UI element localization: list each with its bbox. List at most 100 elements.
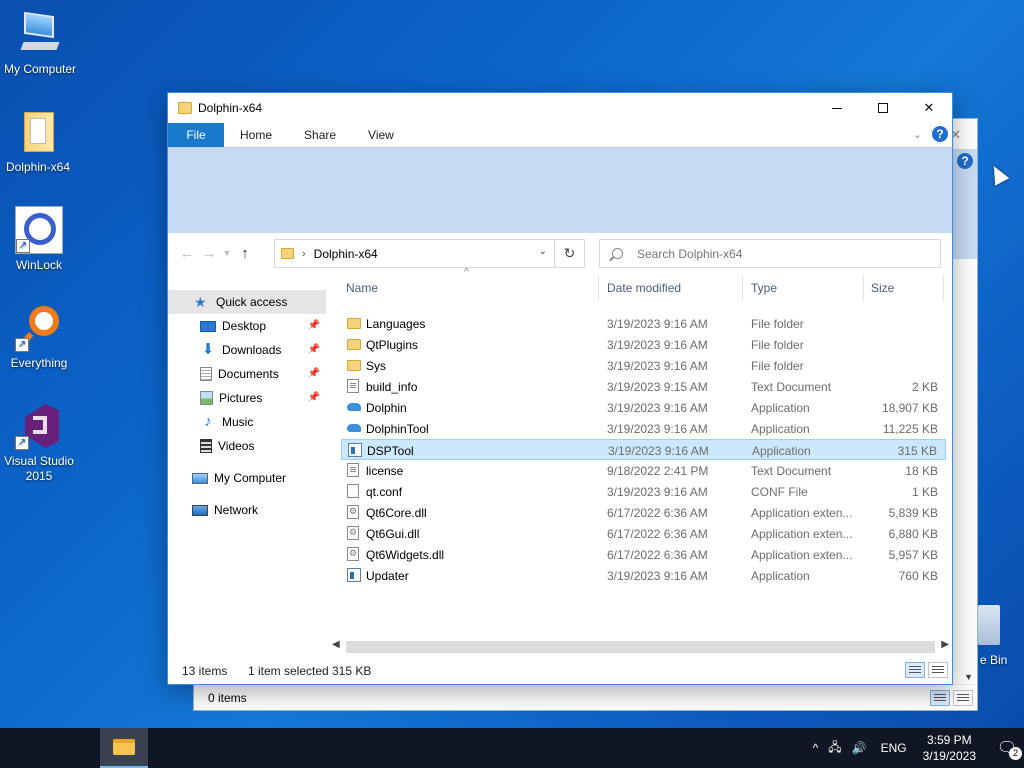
- column-header-name[interactable]: Name: [346, 281, 378, 295]
- close-button[interactable]: ✕: [906, 93, 952, 123]
- nav-item-desktop[interactable]: Desktop 📌: [168, 314, 326, 338]
- breadcrumb-path[interactable]: Dolphin-x64: [314, 247, 378, 261]
- table-row[interactable]: DSPTool 3/19/2023 9:16 AM Application 315 K…: [341, 439, 946, 460]
- language-indicator[interactable]: ENG: [881, 741, 907, 755]
- notifications-button[interactable]: 🗨 2: [990, 728, 1024, 768]
- horizontal-scrollbar[interactable]: ◀ ▶: [328, 639, 953, 656]
- table-row[interactable]: DolphinTool 3/19/2023 9:16 AM Application 1…: [341, 418, 946, 439]
- large-icons-view-button[interactable]: [928, 662, 948, 678]
- details-view-button[interactable]: [930, 690, 950, 706]
- details-view-button[interactable]: [905, 662, 925, 678]
- file-date-modified: 3/19/2023 9:16 AM: [607, 338, 708, 352]
- scroll-left-arrow-icon[interactable]: ◀: [332, 639, 340, 650]
- table-row[interactable]: build_info 3/19/2023 9:15 AM Text Document…: [341, 376, 946, 397]
- taskbar-file-explorer-button[interactable]: [100, 728, 148, 768]
- nav-item-label: Quick access: [216, 295, 288, 309]
- column-divider[interactable]: [943, 275, 944, 301]
- desktop-icon-winlock[interactable]: ↗ WinLock: [0, 206, 79, 273]
- desktop-icon-label: WinLock: [15, 258, 62, 272]
- pin-icon[interactable]: 📌: [308, 392, 320, 403]
- table-row[interactable]: Qt6Gui.dll 6/17/2022 6:36 AM Application e…: [341, 523, 946, 544]
- recycle-bin-icon: [978, 605, 1000, 645]
- network-icon: [192, 504, 208, 516]
- pin-icon[interactable]: 📌: [308, 320, 320, 331]
- expand-ribbon-chevron-icon[interactable]: ⌄: [913, 128, 922, 141]
- file-name: qt.conf: [366, 485, 403, 499]
- file-name: Qt6Widgets.dll: [366, 548, 445, 562]
- address-bar[interactable]: › Dolphin-x64 ⌄: [274, 239, 555, 268]
- scroll-down-arrow-icon[interactable]: ▼: [964, 672, 973, 682]
- help-icon[interactable]: ?: [957, 153, 973, 169]
- vertical-scrollbar[interactable]: [960, 259, 977, 686]
- nav-item-documents[interactable]: Documents 📌: [168, 362, 326, 386]
- show-hidden-icons-chevron-icon[interactable]: ^: [813, 741, 819, 755]
- nav-item-downloads[interactable]: ⬇ Downloads 📌: [168, 338, 326, 362]
- recent-locations-chevron-icon[interactable]: ▼: [220, 248, 234, 258]
- folder-icon: [178, 102, 192, 114]
- network-icon[interactable]: 🖧: [828, 738, 841, 759]
- column-divider[interactable]: [598, 275, 599, 301]
- desktop-icon-label: e Bin: [980, 653, 1008, 667]
- nav-item-pictures[interactable]: Pictures 📌: [168, 386, 326, 410]
- tab-share[interactable]: Share: [288, 123, 352, 147]
- table-row[interactable]: license 9/18/2022 2:41 PM Text Document 18 …: [341, 460, 946, 481]
- table-row[interactable]: Dolphin 3/19/2023 9:16 AM Application 18,90…: [341, 397, 946, 418]
- nav-item-quick-access[interactable]: ★ Quick access: [168, 290, 326, 314]
- pin-icon[interactable]: 📌: [308, 344, 320, 355]
- file-size: 760 KB: [898, 569, 938, 583]
- file-size: 2 KB: [911, 380, 938, 394]
- text-document-icon: [347, 379, 359, 393]
- nav-item-videos[interactable]: Videos: [168, 434, 326, 458]
- file-date-modified: 3/19/2023 9:16 AM: [607, 422, 708, 436]
- column-header-date-modified[interactable]: Date modified: [607, 281, 681, 295]
- close-icon: ✕: [923, 100, 935, 115]
- tab-home[interactable]: Home: [224, 123, 288, 147]
- minimize-button[interactable]: [814, 93, 860, 123]
- address-dropdown-chevron-icon[interactable]: ⌄: [539, 246, 547, 257]
- status-item-count: 0 items: [208, 691, 247, 705]
- explorer-window[interactable]: Dolphin-x64 ✕ File Home Share View ⌄ ? ←…: [167, 92, 953, 685]
- scrollbar-thumb[interactable]: [346, 641, 935, 653]
- table-row[interactable]: Qt6Widgets.dll 6/17/2022 6:36 AM Applicati…: [341, 544, 946, 565]
- forward-arrow-icon[interactable]: →: [198, 245, 220, 262]
- desktop-icon-everything[interactable]: ↗ Everything: [0, 304, 79, 371]
- scroll-right-arrow-icon[interactable]: ▶: [941, 639, 949, 650]
- search-input[interactable]: Search Dolphin-x64: [599, 239, 941, 268]
- table-row[interactable]: Sys 3/19/2023 9:16 AM File folder: [341, 355, 946, 376]
- desktop-icon-visual-studio[interactable]: ↗ Visual Studio 2015: [0, 402, 79, 484]
- tab-view[interactable]: View: [352, 123, 410, 147]
- nav-item-my-computer[interactable]: My Computer: [168, 466, 326, 490]
- application-icon: [348, 443, 362, 457]
- table-row[interactable]: qt.conf 3/19/2023 9:16 AM CONF File 1 KB: [341, 481, 946, 502]
- column-divider[interactable]: [742, 275, 743, 301]
- maximize-button[interactable]: [860, 93, 906, 123]
- nav-item-music[interactable]: ♪ Music: [168, 410, 326, 434]
- pin-icon[interactable]: 📌: [308, 368, 320, 379]
- up-arrow-icon[interactable]: ↑: [234, 245, 256, 262]
- column-divider[interactable]: [863, 275, 864, 301]
- file-type: Application: [751, 422, 810, 436]
- downloads-icon: ⬇: [201, 341, 215, 358]
- file-name: Updater: [366, 569, 409, 583]
- desktop-icon-dolphin[interactable]: Dolphin-x64: [0, 108, 78, 175]
- table-row[interactable]: QtPlugins 3/19/2023 9:16 AM File folder: [341, 334, 946, 355]
- refresh-button[interactable]: ↻: [555, 239, 585, 268]
- tab-file[interactable]: File: [168, 123, 224, 147]
- file-date-modified: 3/19/2023 9:16 AM: [607, 485, 708, 499]
- title-bar[interactable]: Dolphin-x64 ✕: [168, 93, 952, 123]
- file-type: CONF File: [751, 485, 808, 499]
- table-row[interactable]: Qt6Core.dll 6/17/2022 6:36 AM Application …: [341, 502, 946, 523]
- table-row[interactable]: Updater 3/19/2023 9:16 AM Application 760 K…: [341, 565, 946, 586]
- large-icons-view-button[interactable]: [953, 690, 973, 706]
- column-header-type[interactable]: Type: [751, 281, 777, 295]
- column-header-size[interactable]: Size: [871, 281, 894, 295]
- breadcrumb-chevron-icon[interactable]: ›: [302, 248, 306, 260]
- back-arrow-icon[interactable]: ←: [176, 245, 198, 262]
- file-type: Application exten...: [751, 506, 853, 520]
- volume-icon[interactable]: 🔊: [852, 741, 867, 755]
- desktop-icon-my-computer[interactable]: My Computer: [0, 10, 80, 77]
- help-icon[interactable]: ?: [932, 126, 948, 142]
- nav-item-network[interactable]: Network: [168, 498, 326, 522]
- table-row[interactable]: Languages 3/19/2023 9:16 AM File folder: [341, 313, 946, 334]
- clock[interactable]: 3:59 PM 3/19/2023: [923, 732, 976, 764]
